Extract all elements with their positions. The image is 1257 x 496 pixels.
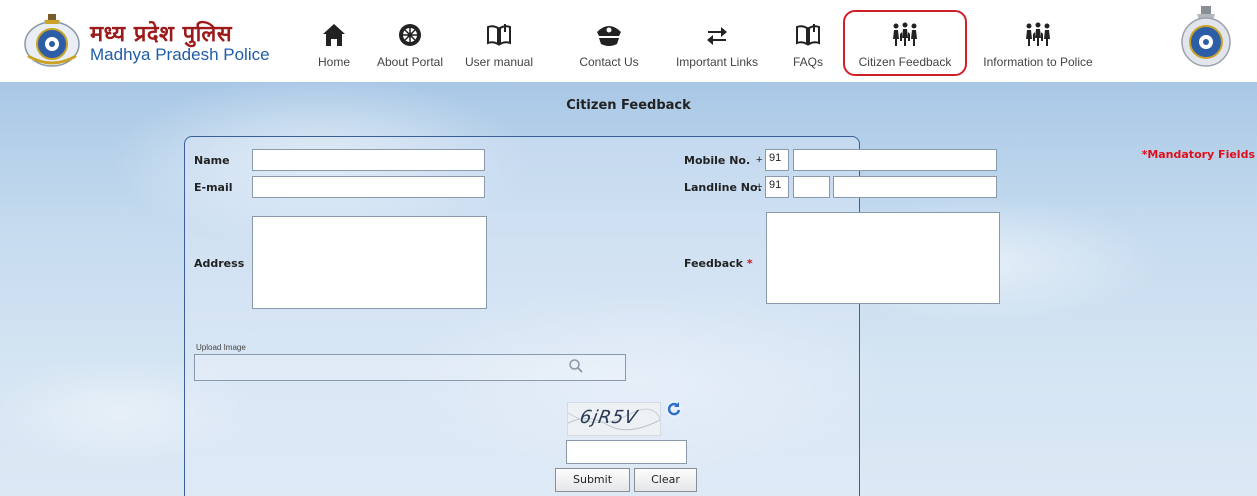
refresh-captcha-icon[interactable] [665,400,683,418]
upload-image-label: Upload Image [196,343,246,352]
chakra-icon [399,24,421,46]
name-label: Name [194,154,230,167]
nav-contact-us[interactable]: Contact Us [574,22,644,72]
swap-arrows-icon [707,27,727,45]
nav-important-links[interactable]: Important Links [668,22,766,72]
email-input[interactable] [252,176,485,198]
landline-country-code-input[interactable]: 91 [765,176,789,198]
clear-button[interactable]: Clear [634,468,697,492]
landline-plus-sign: + [756,181,763,193]
mobile-country-code-input[interactable]: 91 [765,149,789,171]
captcha-input[interactable] [566,440,687,464]
captcha-text: 6jR5V [578,407,640,428]
people-icon [1026,22,1050,46]
feedback-label-text: Feedback [684,257,743,270]
people-icon [893,22,917,46]
book-icon [487,24,511,46]
address-label: Address [194,257,245,270]
upload-image-field[interactable] [194,354,626,381]
brand-english-title: Madhya Pradesh Police [90,45,270,64]
nav-citizen-feedback[interactable]: Citizen Feedback [848,22,962,72]
landline-number-input[interactable] [833,176,997,198]
nav-faqs[interactable]: FAQs [785,22,831,72]
nav-home[interactable]: Home [312,22,356,72]
search-icon[interactable] [568,358,584,374]
nav-important-links-label: Important Links [675,55,759,69]
landline-label: Landline No. [684,181,762,194]
mobile-label: Mobile No. [684,154,751,167]
required-asterisk: * [746,257,753,270]
police-cap-icon [597,26,621,46]
brand-hindi-title: मध्य प्रदेश पुलिस [90,21,233,47]
nav-contact-us-label: Contact Us [579,55,639,69]
nav-faqs-label: FAQs [792,55,823,69]
feedback-label: Feedback * [684,257,753,270]
brand-logo[interactable]: मध्य प्रदेश पुलिस Madhya Pradesh Police [90,22,270,64]
nav-about-portal[interactable]: About Portal [372,22,448,72]
nav-information-to-police-label: Information to Police [983,55,1093,69]
home-icon [323,24,345,46]
mobile-plus-sign: + [756,154,763,166]
nav-information-to-police[interactable]: Information to Police [976,22,1100,72]
book-icon [796,24,820,46]
nav-citizen-feedback-label: Citizen Feedback [858,55,952,69]
captcha-image: 6jR5V [567,402,661,436]
mp-police-emblem-icon[interactable] [22,10,82,70]
address-textarea[interactable] [252,216,487,309]
nav-user-manual-label: User manual [464,55,534,69]
email-label: E-mail [194,181,233,194]
mandatory-fields-note: *Mandatory Fields [1141,148,1255,161]
submit-button[interactable]: Submit [555,468,630,492]
content-area: Citizen Feedback *Mandatory Fields Name … [0,82,1257,496]
feedback-textarea[interactable] [766,212,1000,304]
nav-home-label: Home [317,55,350,69]
police-badge-icon [1181,6,1231,67]
landline-std-code-input[interactable] [793,176,830,198]
name-input[interactable] [252,149,485,171]
site-header: मध्य प्रदेश पुलिस Madhya Pradesh Police … [0,0,1257,82]
nav-about-portal-label: About Portal [376,55,444,69]
nav-user-manual[interactable]: User manual [463,22,535,72]
mobile-number-input[interactable] [793,149,997,171]
page-title: Citizen Feedback [566,98,691,113]
